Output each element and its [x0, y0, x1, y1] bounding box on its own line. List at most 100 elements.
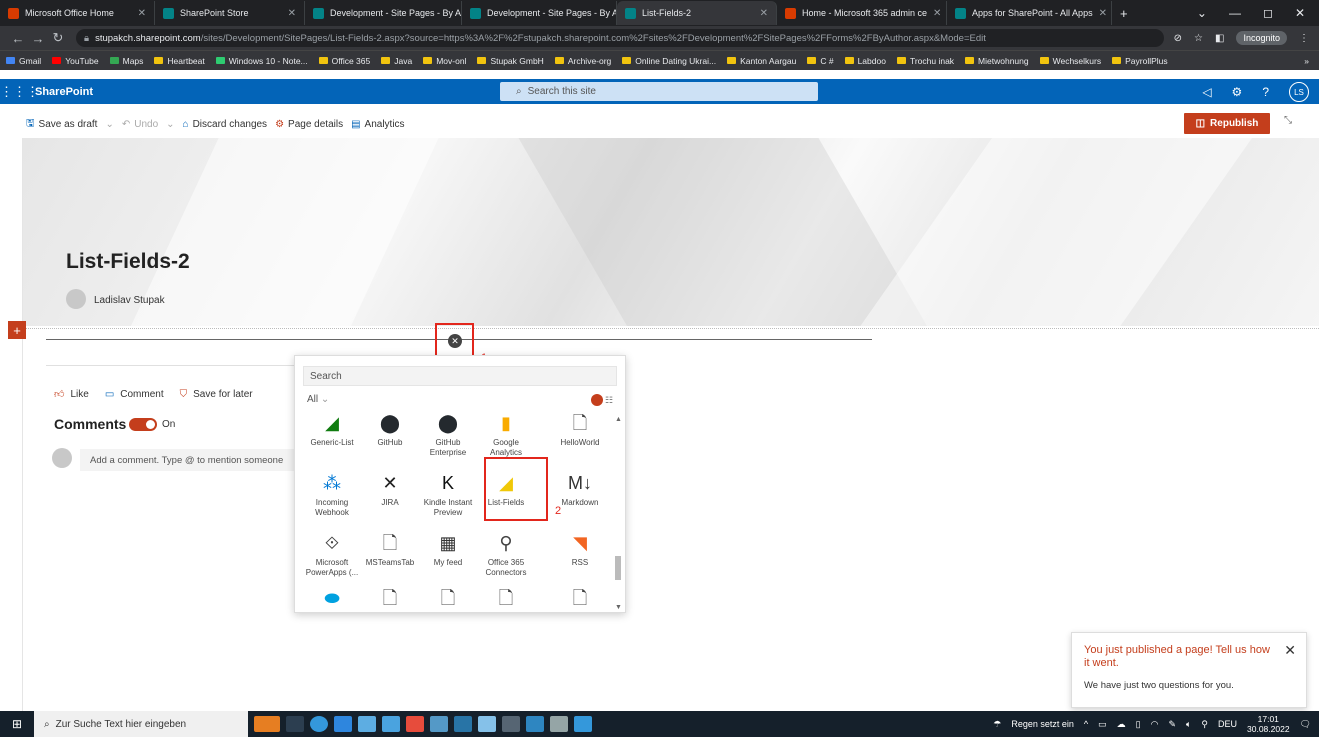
republish-button[interactable]: ◫ Republish: [1184, 113, 1270, 134]
new-tab-button[interactable]: +: [1120, 6, 1128, 21]
webpart-tile[interactable]: 🗋: [419, 586, 477, 611]
wifi-icon[interactable]: ◠: [1151, 719, 1159, 730]
bookmark-item[interactable]: Maps: [109, 56, 143, 66]
browser-tab[interactable]: Apps for SharePoint - All Apps ✕: [947, 1, 1112, 25]
webpart-tile[interactable]: ▦ My feed: [419, 531, 477, 568]
browser-tab[interactable]: Development - Site Pages - By A✕: [462, 1, 617, 25]
close-window-button[interactable]: ✕: [1295, 6, 1305, 20]
battery-icon[interactable]: ▯: [1136, 719, 1141, 730]
discard-changes-button[interactable]: ⌂ Discard changes: [183, 119, 268, 130]
taskbar-app-icon[interactable]: [550, 716, 568, 732]
browser-tab[interactable]: SharePoint Store ✕: [155, 1, 305, 25]
webpart-tile[interactable]: K Kindle Instant Preview: [419, 471, 477, 518]
bookmark-item[interactable]: Mov-onl: [423, 56, 466, 66]
vscode-icon[interactable]: [526, 716, 544, 732]
webpart-tile[interactable]: ▮ Google Analytics: [477, 411, 535, 458]
maximize-button[interactable]: ◻: [1263, 6, 1273, 20]
bookmark-item[interactable]: Labdoo: [844, 56, 886, 66]
terminal-icon[interactable]: [502, 716, 520, 732]
tab-close-icon[interactable]: ✕: [754, 8, 768, 19]
bookmark-star-icon[interactable]: ☆: [1194, 33, 1203, 44]
comment-button[interactable]: ▭ Comment: [105, 388, 164, 400]
task-view-icon[interactable]: [286, 716, 304, 732]
taskbar-search-input[interactable]: ⌕ Zur Suche Text hier eingeben: [34, 711, 248, 737]
mail-icon[interactable]: [382, 716, 400, 732]
eye-off-icon[interactable]: ⊘: [1174, 33, 1182, 44]
taskbar-app-icon[interactable]: [430, 716, 448, 732]
browser-tab[interactable]: List-Fields-2 ✕: [617, 1, 777, 25]
scroll-up-icon[interactable]: ▲: [615, 416, 622, 423]
tray-chevron-icon[interactable]: ^: [1084, 719, 1088, 729]
bookmark-item[interactable]: Kanton Aargau: [727, 56, 796, 66]
tab-search-dropdown-icon[interactable]: ⌄: [1197, 6, 1207, 20]
webpart-tile[interactable]: ⬤ GitHub: [361, 411, 419, 448]
minimize-button[interactable]: —: [1229, 6, 1241, 20]
save-as-draft-button[interactable]: 🖫︎ Save as draft: [26, 116, 97, 133]
weather-label[interactable]: Regen setzt ein: [1011, 719, 1074, 729]
chrome-icon[interactable]: [406, 716, 424, 732]
webpart-tile[interactable]: ⬤ GitHub Enterprise: [419, 411, 477, 458]
app-launcher-icon[interactable]: ⋮⋮⋮: [0, 84, 39, 100]
help-icon[interactable]: ?: [1262, 85, 1269, 99]
clock[interactable]: 17:01 30.08.2022: [1247, 714, 1290, 734]
webpart-tile[interactable]: ◢ Generic-List: [303, 411, 361, 448]
webpart-tile[interactable]: M↓ Markdown: [551, 471, 609, 508]
collapse-icon[interactable]: ⤡: [1284, 115, 1292, 126]
onedrive-icon[interactable]: ☁: [1117, 719, 1126, 730]
undo-dropdown-chevron-icon[interactable]: ⌄: [166, 119, 174, 130]
toast-title[interactable]: You just published a page! Tell us how i…: [1084, 644, 1274, 670]
link-icon[interactable]: ⚲: [1201, 719, 1208, 730]
bookmark-item[interactable]: Trochu inak: [896, 56, 954, 66]
toolbox-filter-dropdown[interactable]: All ⌄: [307, 394, 329, 405]
webpart-tile[interactable]: ⬬: [303, 586, 361, 611]
webpart-tile[interactable]: ⚲ Office 365 Connectors: [477, 531, 535, 578]
bookmark-item[interactable]: Gmail: [6, 56, 41, 66]
webpart-tile[interactable]: 🗋: [361, 586, 419, 611]
reload-icon[interactable]: ↻: [48, 30, 68, 46]
webpart-tile[interactable]: 🗋: [551, 586, 609, 611]
webpart-tile[interactable]: ◥ RSS: [551, 531, 609, 568]
tab-close-icon[interactable]: ✕: [282, 8, 296, 19]
toolbox-search-input[interactable]: Search: [303, 366, 617, 386]
user-avatar[interactable]: LS: [1289, 82, 1309, 102]
scrollbar-thumb[interactable]: [615, 556, 621, 580]
browser-tab[interactable]: Home - Microsoft 365 admin ce ✕: [777, 1, 947, 25]
bookmark-item[interactable]: Wechselkurs: [1039, 56, 1101, 66]
author-name[interactable]: Ladislav Stupak: [94, 295, 165, 306]
page-details-button[interactable]: ⚙ Page details: [275, 119, 343, 130]
tab-close-icon[interactable]: ✕: [132, 8, 146, 19]
side-panel-icon[interactable]: ◧: [1215, 33, 1224, 44]
page-title[interactable]: List-Fields-2: [66, 250, 190, 274]
webpart-tile[interactable]: ⁂ Incoming Webhook: [303, 471, 361, 518]
bookmark-item[interactable]: Heartbeat: [154, 56, 205, 66]
analytics-button[interactable]: ▤ Analytics: [351, 119, 404, 130]
bookmark-item[interactable]: Mietwohnung: [965, 56, 1029, 66]
volume-icon[interactable]: 🔈︎: [1186, 719, 1191, 730]
webpart-tile[interactable]: 🗋 HelloWorld: [551, 411, 609, 448]
bookmark-item[interactable]: C #: [807, 56, 834, 66]
bookmark-item[interactable]: PayrollPlus: [1112, 56, 1168, 66]
scroll-down-icon[interactable]: ▼: [615, 604, 622, 611]
tab-close-icon[interactable]: ✕: [1093, 8, 1107, 19]
bookmarks-overflow-icon[interactable]: »: [1304, 56, 1319, 66]
menu-dots-icon[interactable]: ⋮: [1299, 33, 1309, 44]
pen-icon[interactable]: ✎: [1168, 719, 1176, 730]
bookmark-item[interactable]: Online Dating Ukrai...: [622, 56, 716, 66]
save-dropdown-chevron-icon[interactable]: ⌄: [105, 119, 113, 130]
comment-input[interactable]: Add a comment. Type @ to mention someone: [80, 449, 296, 471]
webpart-tile[interactable]: ⟐ Microsoft PowerApps (...: [303, 531, 361, 578]
taskbar-app-icon[interactable]: [574, 716, 592, 732]
webpart-tile[interactable]: ✕ JIRA: [361, 471, 419, 508]
incognito-badge[interactable]: Incognito: [1236, 31, 1287, 45]
settings-gear-icon[interactable]: ⚙: [1232, 85, 1243, 99]
bookmark-item[interactable]: Windows 10 - Note...: [215, 56, 308, 66]
site-search-input[interactable]: ⌕ Search this site: [500, 82, 818, 101]
taskbar-app-icon[interactable]: [478, 716, 496, 732]
comments-toggle[interactable]: [129, 418, 157, 431]
bookmark-item[interactable]: Java: [381, 56, 412, 66]
url-field[interactable]: 🔒︎ stupakch.sharepoint.com /sites/Develo…: [76, 29, 1164, 47]
bookmark-item[interactable]: Office 365: [318, 56, 370, 66]
webpart-tile[interactable]: 🗋 MSTeamsTab: [361, 531, 419, 568]
save-for-later-button[interactable]: ⛉ Save for later: [180, 388, 253, 400]
webpart-tile[interactable]: 🗋: [477, 586, 535, 611]
